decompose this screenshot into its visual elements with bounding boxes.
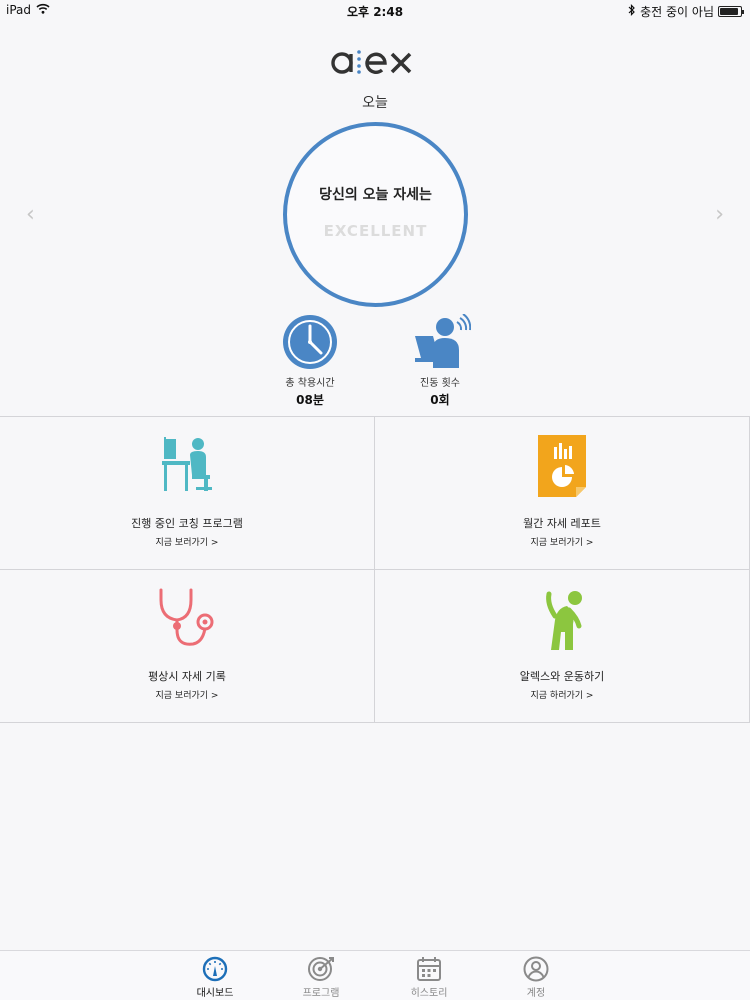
- tab-dashboard[interactable]: 대시보드: [175, 955, 255, 999]
- stretching-person-icon: [375, 588, 749, 652]
- tab-bar: 대시보드 프로그램 히스토리 계정: [0, 950, 750, 1000]
- app-logo: [0, 46, 750, 80]
- target-icon: [281, 955, 361, 983]
- dashboard-gauge-icon: [175, 955, 255, 983]
- status-right: 충전 중이 아님: [628, 3, 744, 20]
- usage-time-value: 08분: [296, 393, 324, 407]
- previous-day-arrow[interactable]: ‹: [26, 202, 35, 227]
- coaching-program-link[interactable]: 지금 보러가기 >: [0, 535, 374, 548]
- account-person-icon: [496, 955, 576, 983]
- report-document-icon: [375, 435, 749, 497]
- tab-dashboard-label: 대시보드: [196, 988, 234, 999]
- clock-icon: [250, 312, 370, 372]
- tab-history[interactable]: 히스토리: [389, 955, 469, 999]
- tab-program[interactable]: 프로그램: [281, 955, 361, 999]
- monthly-report-title: 월간 자세 레포트: [523, 517, 601, 530]
- tab-history-label: 히스토리: [410, 988, 448, 999]
- tab-program-label: 프로그램: [302, 988, 340, 999]
- usage-time-stat: 총 착용시간 08분: [250, 312, 370, 408]
- coaching-program-title: 진행 중인 코칭 프로그램: [131, 517, 243, 530]
- exercise-card[interactable]: 알렉스와 운동하기 지금 하러가기 >: [375, 570, 750, 723]
- status-bar: iPad 오후 2:48 충전 중이 아님: [0, 0, 750, 20]
- posture-value: EXCELLENT: [323, 222, 428, 240]
- feature-grid: 진행 중인 코칭 프로그램 지금 보러가기 > 월간 자세 레포트 지금 보러가…: [0, 416, 750, 723]
- stethoscope-icon: [0, 588, 374, 650]
- posture-record-link[interactable]: 지금 보러가기 >: [0, 688, 374, 701]
- posture-score-circle: 당신의 오늘 자세는 EXCELLENT: [283, 122, 468, 307]
- posture-record-card[interactable]: 평상시 자세 기록 지금 보러가기 >: [0, 570, 375, 723]
- exercise-link[interactable]: 지금 하러가기 >: [375, 688, 749, 701]
- monthly-report-card[interactable]: 월간 자세 레포트 지금 보러가기 >: [375, 417, 750, 570]
- tab-account[interactable]: 계정: [496, 955, 576, 999]
- posture-title: 당신의 오늘 자세는: [319, 187, 432, 203]
- usage-time-label: 총 착용시간: [285, 378, 335, 389]
- battery-icon: [718, 6, 744, 17]
- tab-account-label: 계정: [526, 988, 546, 999]
- coaching-program-card[interactable]: 진행 중인 코칭 프로그램 지금 보러가기 >: [0, 417, 375, 570]
- charging-status: 충전 중이 아님: [640, 5, 714, 19]
- desk-worker-icon: [0, 435, 374, 493]
- vibration-count-label: 진동 횟수: [420, 378, 460, 389]
- monthly-report-link[interactable]: 지금 보러가기 >: [375, 535, 749, 548]
- person-laptop-vibration-icon: [380, 312, 500, 372]
- exercise-title: 알렉스와 운동하기: [519, 670, 605, 683]
- vibration-count-stat: 진동 횟수 0회: [380, 312, 500, 408]
- next-day-arrow[interactable]: ›: [715, 202, 724, 227]
- vibration-count-value: 0회: [430, 393, 450, 407]
- today-label: 오늘: [362, 95, 388, 111]
- calendar-icon: [389, 955, 469, 983]
- bluetooth-icon: [628, 4, 636, 19]
- battery-fill: [720, 8, 738, 15]
- posture-record-title: 평상시 자세 기록: [148, 670, 226, 683]
